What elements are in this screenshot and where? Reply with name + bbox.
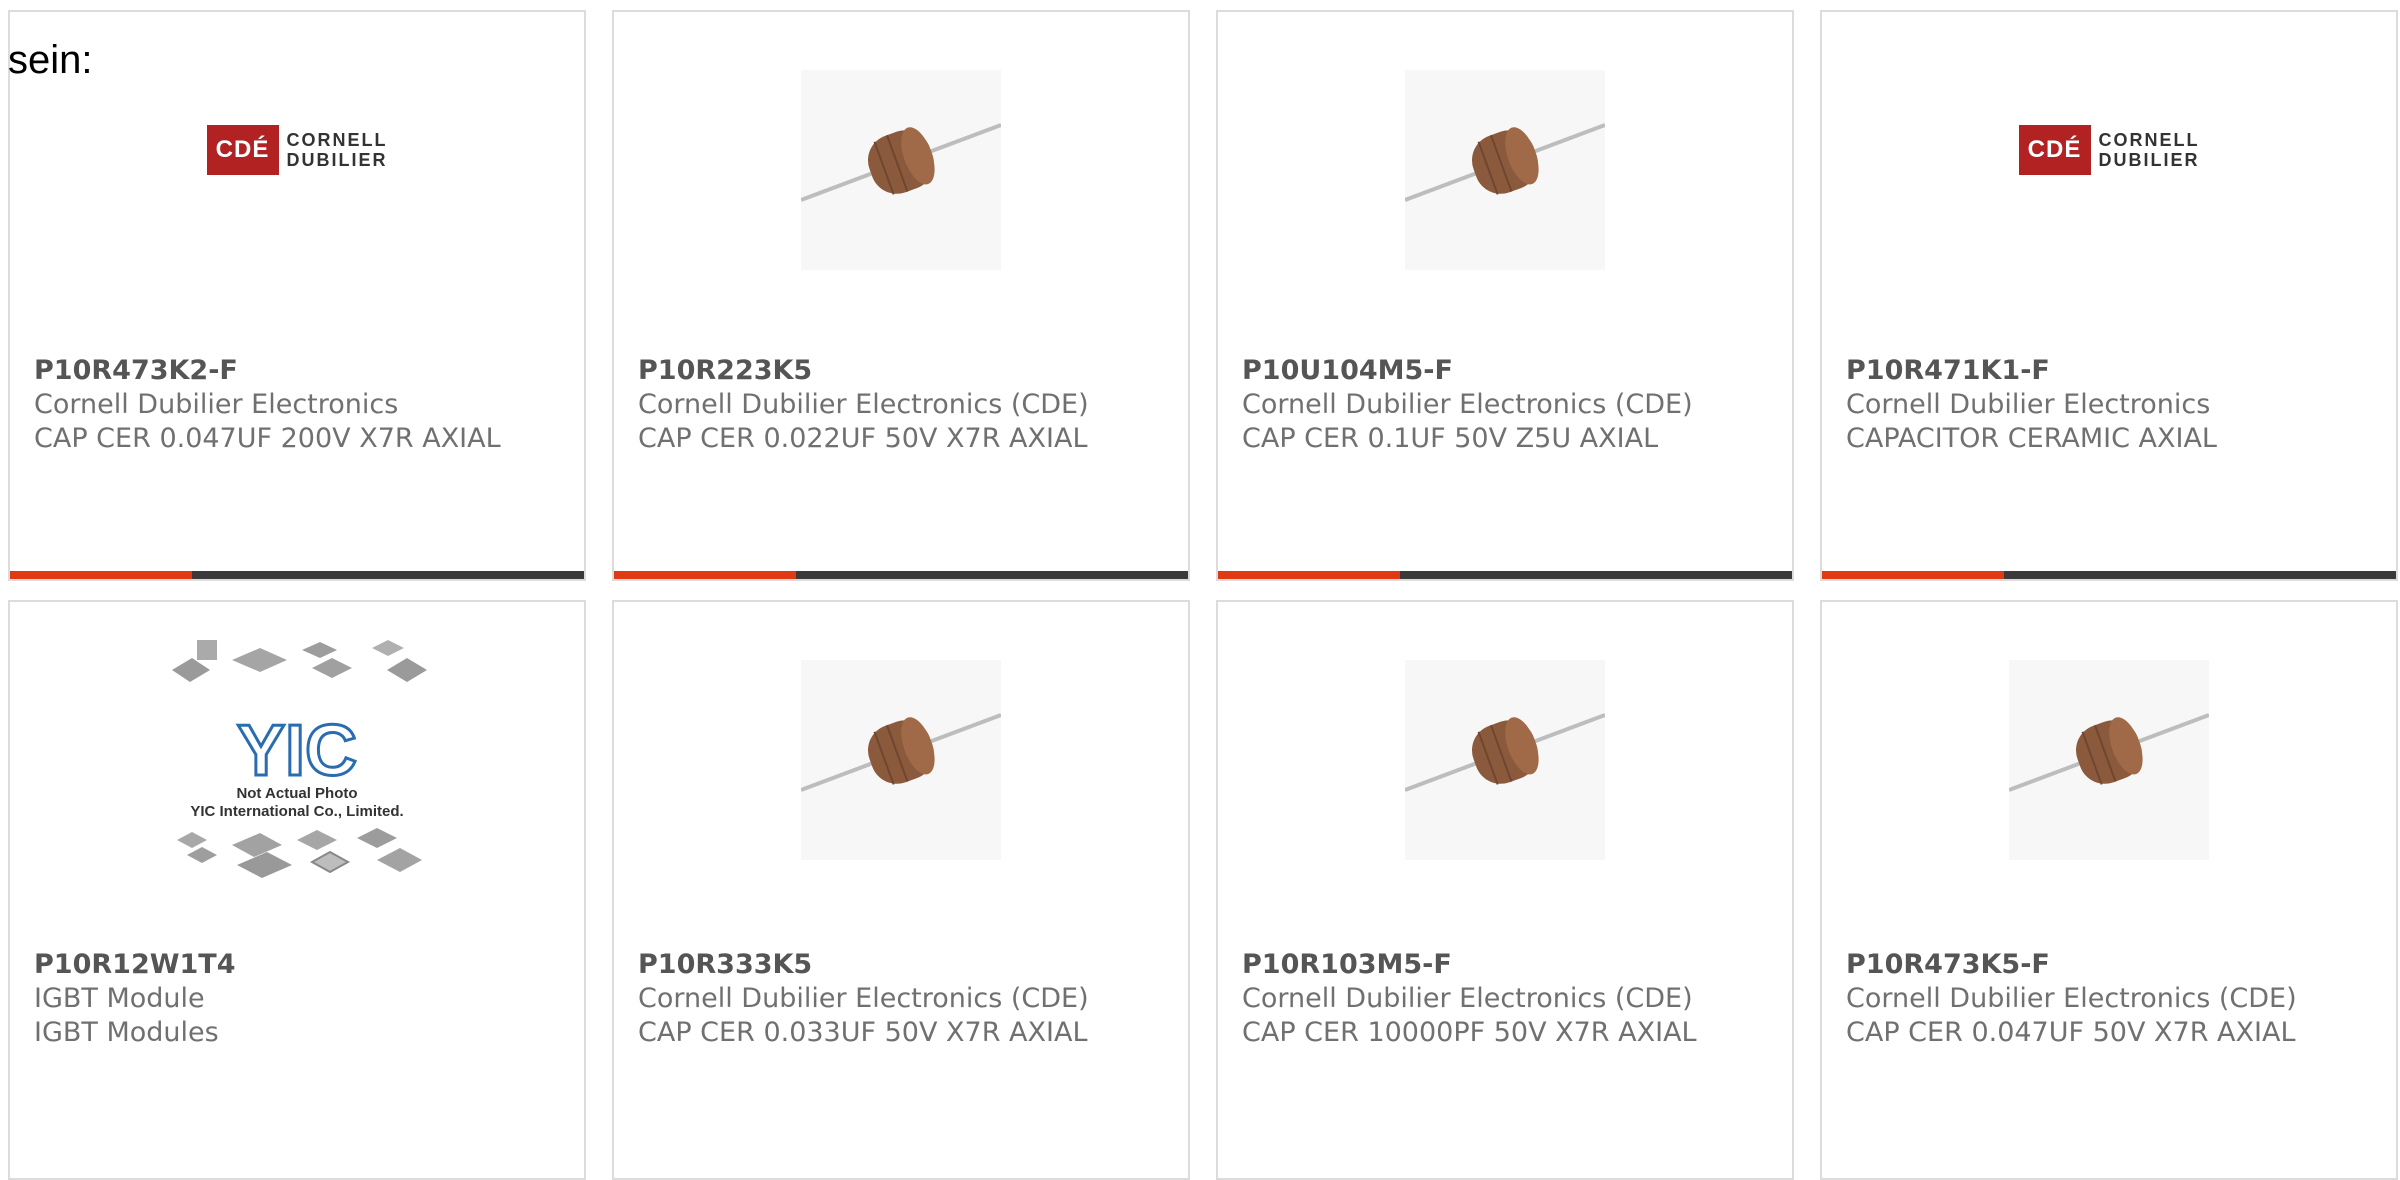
product-grid: CDÉ CORNELL DUBILIER P10R473K2-F Cornell… [0, 0, 2400, 1180]
cde-logo-line2: DUBILIER [2098, 149, 2200, 170]
product-card[interactable]: CDÉ CORNELL DUBILIER P10R473K2-F Cornell… [8, 10, 586, 581]
product-image[interactable] [614, 62, 1188, 277]
part-number-link[interactable]: P10R473K2-F [34, 354, 560, 388]
not-actual-photo-image: YIC Not Actual Photo YIC International C… [162, 639, 432, 880]
product-image[interactable] [1218, 62, 1792, 277]
product-card[interactable]: P10R333K5 Cornell Dubilier Electronics (… [612, 600, 1190, 1180]
axial-capacitor-image [801, 69, 1001, 270]
card-accent-bar [1822, 571, 2004, 579]
part-number-link[interactable]: P10R103M5-F [1242, 948, 1768, 982]
product-info: P10R223K5 Cornell Dubilier Electronics (… [638, 354, 1164, 456]
product-image[interactable]: CDÉ CORNELL DUBILIER [1822, 62, 2396, 277]
part-number-link[interactable]: P10R471K1-F [1846, 354, 2372, 388]
card-bottom-bar [1218, 571, 1792, 579]
part-number-link[interactable]: P10R333K5 [638, 948, 1164, 982]
product-info: P10R103M5-F Cornell Dubilier Electronics… [1242, 948, 1768, 1050]
product-info: P10R12W1T4 IGBT Module IGBT Modules [34, 948, 560, 1050]
manufacturer: Cornell Dubilier Electronics (CDE) [638, 389, 1089, 420]
axial-capacitor-image [801, 659, 1001, 860]
product-card[interactable]: P10U104M5-F Cornell Dubilier Electronics… [1216, 10, 1794, 581]
card-bottom-bar [614, 571, 1188, 579]
part-number-link[interactable]: P10R473K5-F [1846, 948, 2372, 982]
axial-capacitor-image [1405, 69, 1605, 270]
product-info: P10R473K2-F Cornell Dubilier Electronics… [34, 354, 560, 456]
manufacturer: Cornell Dubilier Electronics [34, 389, 399, 420]
product-info: P10R471K1-F Cornell Dubilier Electronics… [1846, 354, 2372, 456]
card-bottom-bar [1822, 571, 2396, 579]
product-card[interactable]: P10R473K5-F Cornell Dubilier Electronics… [1820, 600, 2398, 1180]
axial-capacitor-image [2009, 659, 2209, 860]
product-info: P10R333K5 Cornell Dubilier Electronics (… [638, 948, 1164, 1050]
not-actual-photo-line2: YIC International Co., Limited. [190, 802, 404, 820]
description: CAP CER 0.047UF 50V X7R AXIAL [1846, 1017, 2296, 1048]
manufacturer: Cornell Dubilier Electronics [1846, 389, 2211, 420]
product-card[interactable]: YIC Not Actual Photo YIC International C… [8, 600, 586, 1180]
cde-logo: CDÉ CORNELL DUBILIER [2018, 124, 2200, 175]
product-image[interactable]: YIC Not Actual Photo YIC International C… [10, 639, 584, 878]
card-bottom-bar [10, 571, 584, 579]
cde-logo-badge: CDÉ [206, 124, 279, 175]
description: IGBT Modules [34, 1017, 219, 1048]
description: CAPACITOR CERAMIC AXIAL [1846, 423, 2217, 454]
description: CAP CER 0.022UF 50V X7R AXIAL [638, 423, 1088, 454]
manufacturer: IGBT Module [34, 983, 205, 1014]
product-image[interactable] [1822, 652, 2396, 867]
card-accent-bar [1218, 571, 1400, 579]
cde-logo-line1: CORNELL [286, 129, 388, 150]
manufacturer: Cornell Dubilier Electronics (CDE) [1242, 389, 1693, 420]
description: CAP CER 0.1UF 50V Z5U AXIAL [1242, 423, 1659, 454]
cde-logo-line2: DUBILIER [286, 149, 388, 170]
card-accent-bar [10, 571, 192, 579]
svg-text:YIC: YIC [237, 711, 357, 791]
description: CAP CER 0.033UF 50V X7R AXIAL [638, 1017, 1088, 1048]
product-card[interactable]: CDÉ CORNELL DUBILIER P10R471K1-F Cornell… [1820, 10, 2398, 581]
part-number-link[interactable]: P10U104M5-F [1242, 354, 1768, 388]
part-number-link[interactable]: P10R12W1T4 [34, 948, 560, 982]
product-image[interactable]: CDÉ CORNELL DUBILIER [10, 62, 584, 277]
part-number-link[interactable]: P10R223K5 [638, 354, 1164, 388]
manufacturer: Cornell Dubilier Electronics (CDE) [1846, 983, 2297, 1014]
cde-logo-line1: CORNELL [2098, 129, 2200, 150]
not-actual-photo-line1: Not Actual Photo [236, 784, 358, 802]
axial-capacitor-image [1405, 659, 1605, 860]
cde-logo: CDÉ CORNELL DUBILIER [206, 124, 388, 175]
manufacturer: Cornell Dubilier Electronics (CDE) [638, 983, 1089, 1014]
card-accent-bar [614, 571, 796, 579]
page-heading: sein: [8, 38, 93, 82]
description: CAP CER 10000PF 50V X7R AXIAL [1242, 1017, 1697, 1048]
manufacturer: Cornell Dubilier Electronics (CDE) [1242, 983, 1693, 1014]
product-image[interactable] [1218, 652, 1792, 867]
product-info: P10U104M5-F Cornell Dubilier Electronics… [1242, 354, 1768, 456]
product-card[interactable]: P10R103M5-F Cornell Dubilier Electronics… [1216, 600, 1794, 1180]
description: CAP CER 0.047UF 200V X7R AXIAL [34, 423, 501, 454]
cde-logo-badge: CDÉ [2018, 124, 2091, 175]
product-image[interactable] [614, 652, 1188, 867]
product-info: P10R473K5-F Cornell Dubilier Electronics… [1846, 948, 2372, 1050]
ic-packages-icon: YIC [172, 639, 427, 878]
product-card[interactable]: P10R223K5 Cornell Dubilier Electronics (… [612, 10, 1190, 581]
